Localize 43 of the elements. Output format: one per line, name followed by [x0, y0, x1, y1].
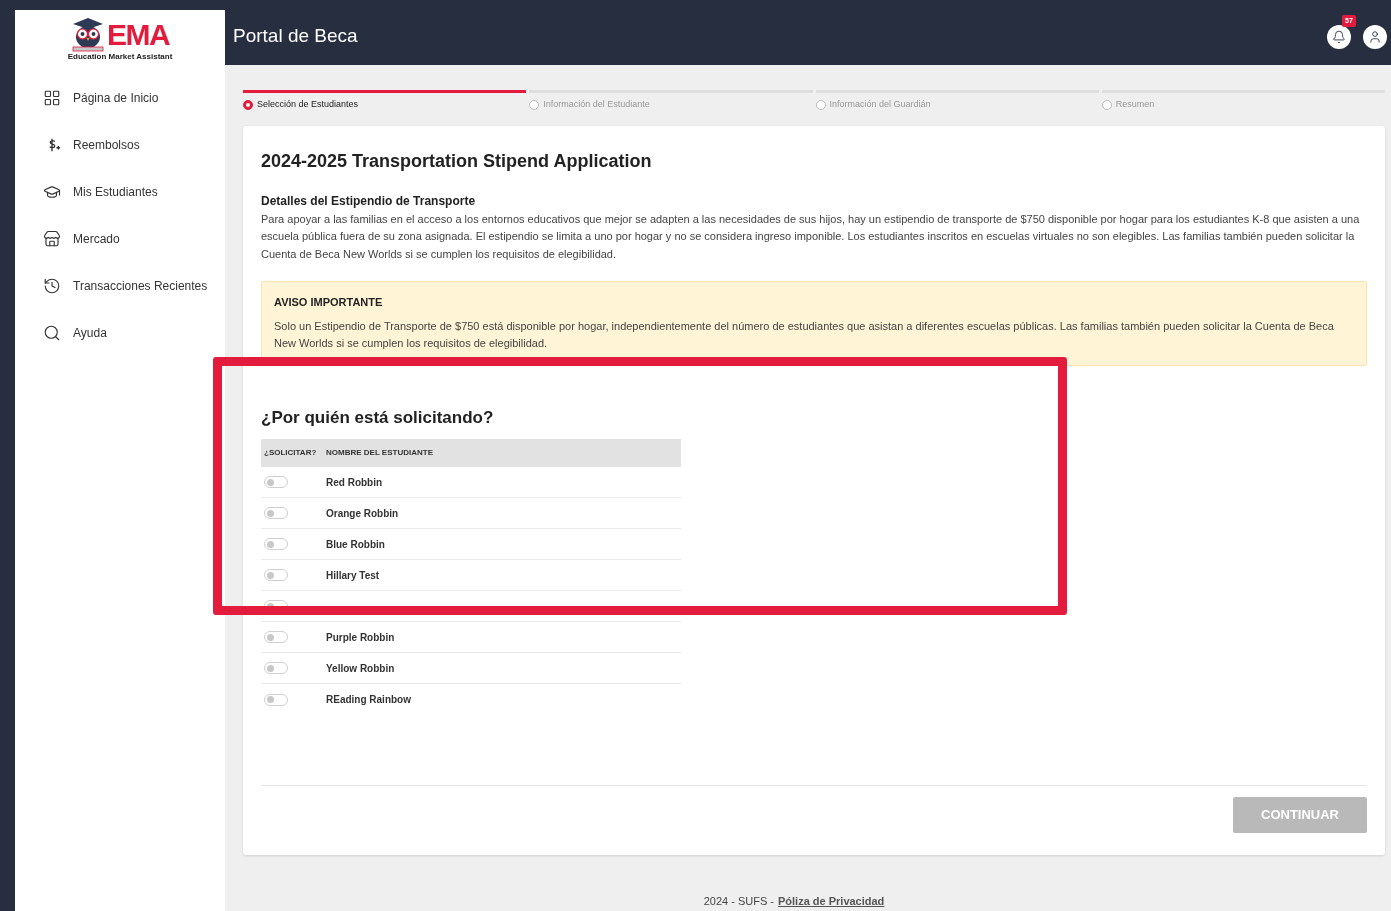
sidebar-item[interactable]: Reembolsos	[15, 121, 225, 168]
sidebar-item[interactable]: Mercado	[15, 215, 225, 262]
student-name: Hillary Test	[326, 568, 380, 583]
details-paragraph: Para apoyar a las familias en el acceso a los entornos educativos que mejor se adapten a las necesidades de sus hijos, hay un estipendio de transporte de $750 disponible por hogar para los estudiantes K-8 que asisten a una escuela pública fuera de su zona asignada. El estipendio se limita a uno por hogar y no se considera ingreso imponible. Los estudiantes inscritos en escuelas virtuales no son elegibles. Las familias también pueden solicitar la Cuenta de Beca New Worlds si se cumplen los requisitos de elegibilidad.	[261, 211, 1361, 262]
toggle-switch[interactable]	[264, 538, 288, 550]
notice-paragraph: Solo un Estipendio de Transporte de $750 está disponible por hogar, independientemente del número de estudiantes que asistan a diferentes escuelas públicas. Las familias también pueden solicitar la Cuenta de Beca New Worlds si se cumplen los requisitos de elegibilidad.	[274, 318, 1335, 351]
student-name: Purple Robbin	[326, 630, 395, 645]
student-name: Red Robbin	[326, 475, 383, 490]
notice-heading: AVISO IMPORTANTE	[274, 295, 384, 310]
history-icon	[43, 276, 61, 295]
student-name: Blue Robbin	[326, 537, 385, 552]
sidebar-item[interactable]: Ayuda	[15, 309, 225, 356]
privacy-link[interactable]: Póliza de Privacidad	[777, 892, 885, 909]
step-tab[interactable]: Selección de Estudiantes	[243, 90, 527, 112]
sidebar-item[interactable]: Página de Inicio	[15, 74, 225, 121]
owl-logo-icon	[70, 16, 105, 52]
question-heading: ¿Por quién está solicitando?	[261, 406, 495, 429]
logo-wordmark: EMA	[106, 18, 170, 52]
toggle-switch[interactable]	[264, 569, 288, 581]
student-name: REading Rainbow	[326, 693, 411, 707]
footer-text: 2024 - SUFS -	[703, 893, 774, 909]
store-icon	[43, 229, 61, 248]
sidebar-item[interactable]: Mis Estudiantes	[15, 168, 225, 215]
student-name: Orange Robbin	[326, 506, 399, 521]
application-title: 2024-2025 Transportation Stipend Application	[261, 149, 653, 173]
dashboard-icon	[43, 88, 61, 107]
toggle-switch[interactable]	[264, 662, 288, 674]
logo-tagline: Education Market Assistant	[67, 52, 173, 62]
search-icon	[43, 323, 61, 342]
student-name: Yellow Robbin	[326, 661, 395, 676]
details-heading: Detalles del Estipendio de Transporte	[261, 192, 477, 210]
column-header: NOMBRE DEL ESTUDIANTE	[326, 447, 433, 459]
profile-button[interactable]	[1363, 24, 1387, 49]
toggle-switch[interactable]	[264, 693, 288, 706]
toggle-switch[interactable]	[264, 631, 288, 643]
column-header: ¿SOLICITAR?	[263, 447, 318, 459]
sidebar-item[interactable]: Transacciones Recientes	[15, 262, 225, 309]
bell-icon	[1332, 29, 1346, 44]
user-icon	[1368, 29, 1382, 44]
toggle-switch[interactable]	[264, 507, 288, 519]
toggle-switch[interactable]	[264, 476, 288, 488]
notifications-button[interactable]	[1327, 24, 1351, 49]
portal-title: Portal de Beca	[233, 24, 358, 49]
